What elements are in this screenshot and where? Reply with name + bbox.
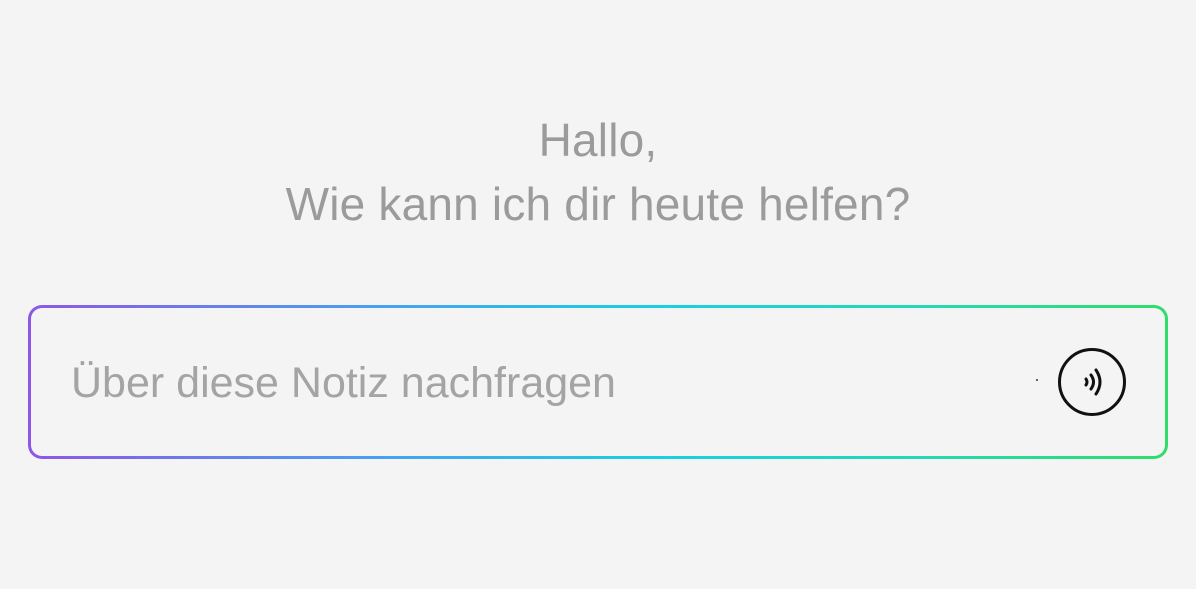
cursor-speck [1036,379,1038,381]
greeting-heading: Hallo, Wie kann ich dir heute helfen? [0,108,1196,236]
prompt-input[interactable] [71,348,1011,418]
greeting-line-question: Wie kann ich dir heute helfen? [285,178,911,230]
sound-waves-icon [1084,368,1102,396]
voice-input-button[interactable] [1058,348,1126,416]
greeting-line-hello: Hallo, [538,114,658,166]
prompt-container [28,305,1168,459]
